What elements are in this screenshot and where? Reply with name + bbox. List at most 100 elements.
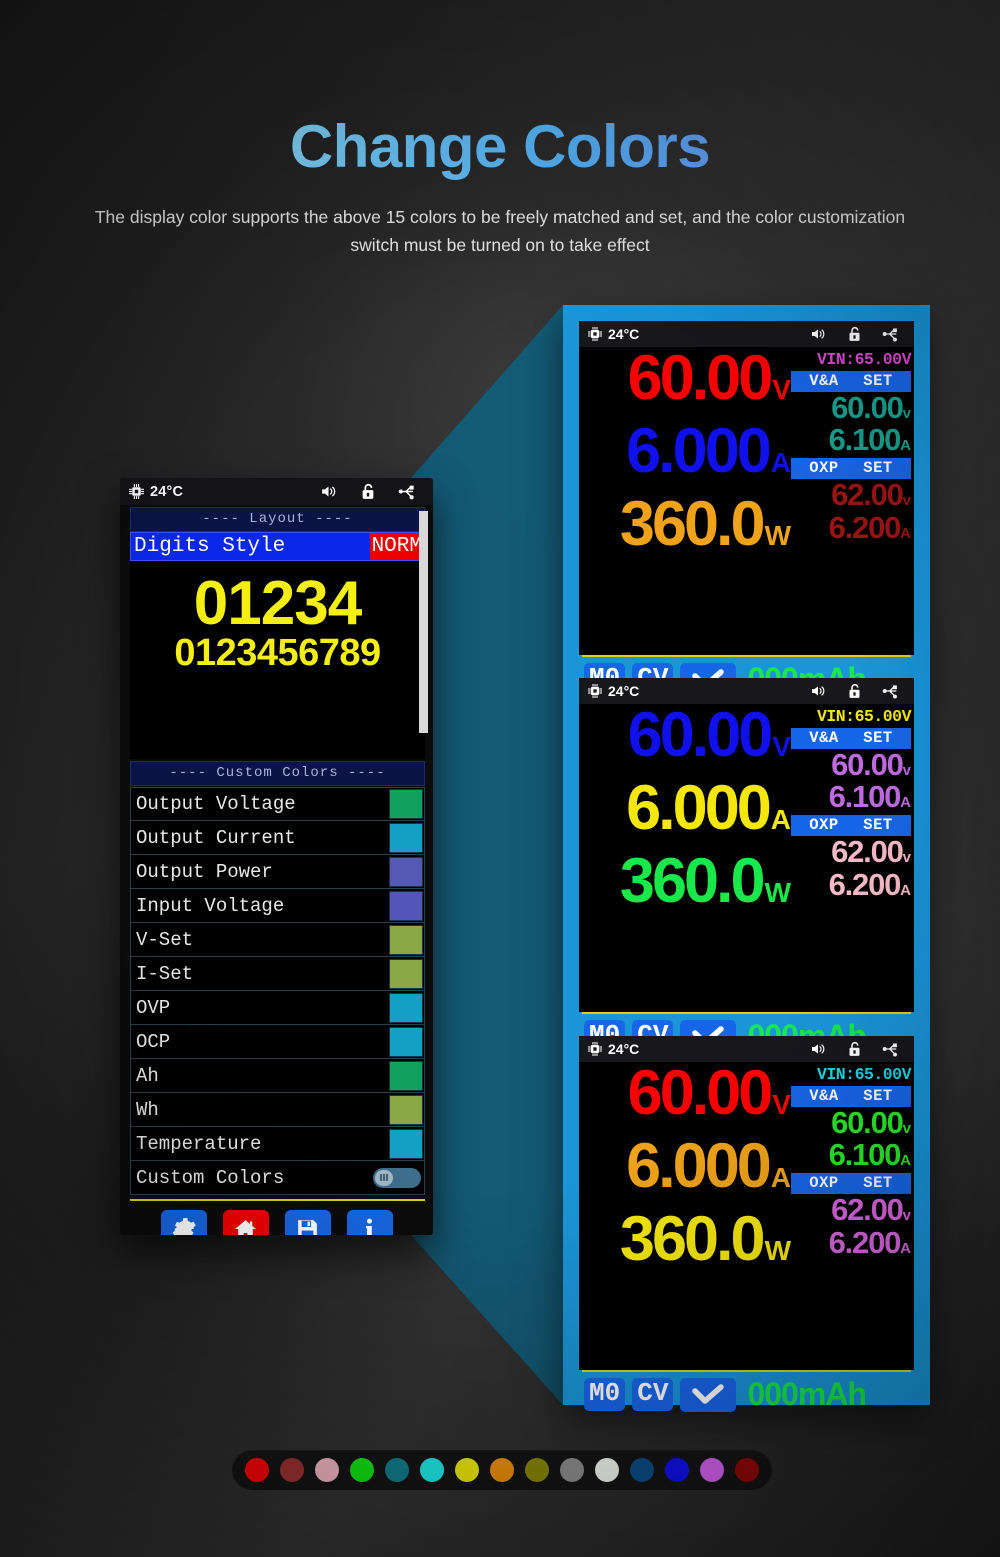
v-set-value[interactable]: 60.00 v (791, 748, 911, 781)
va-set-header[interactable]: V&A SET (791, 1086, 911, 1107)
v-set-value[interactable]: 60.00 v (791, 1106, 911, 1139)
info-button[interactable] (346, 1210, 393, 1235)
custom-color-row[interactable]: Input Voltage (130, 889, 425, 923)
palette-color-swatch[interactable] (665, 1458, 689, 1482)
menu-scrollbar[interactable] (419, 511, 428, 733)
left-toolbar (120, 1201, 433, 1235)
custom-color-swatch[interactable] (389, 1026, 423, 1057)
temperature-label: 24°C (608, 683, 640, 699)
custom-color-row[interactable]: Temperature (130, 1127, 425, 1161)
custom-color-row[interactable]: Output Power (130, 855, 425, 889)
digits-style-value[interactable]: NORM (369, 533, 424, 560)
palette-color-swatch[interactable] (420, 1458, 444, 1482)
check-icon[interactable] (680, 1377, 737, 1412)
ovp-value[interactable]: 62.00 v (791, 479, 911, 511)
palette-color-swatch[interactable] (350, 1458, 374, 1482)
chip-icon (587, 683, 603, 699)
palette-color-swatch[interactable] (280, 1458, 304, 1482)
custom-color-row[interactable]: OVP (130, 991, 425, 1025)
digits-style-row[interactable]: Digits Style NORM (130, 532, 425, 561)
ovp-value[interactable]: 62.00 v (791, 836, 911, 868)
custom-colors-toggle-row[interactable]: Custom Colors (130, 1161, 425, 1195)
custom-colors-toggle[interactable] (373, 1167, 421, 1188)
temperature-label: 24°C (608, 1041, 640, 1057)
custom-color-swatch[interactable] (389, 958, 423, 989)
speaker-icon[interactable] (809, 1041, 827, 1057)
palette-color-swatch[interactable] (700, 1458, 724, 1482)
palette-color-swatch[interactable] (245, 1458, 269, 1482)
power-reading-unit: W (764, 1235, 791, 1266)
custom-color-swatch[interactable] (389, 1128, 423, 1159)
speaker-icon[interactable] (319, 483, 338, 500)
custom-color-swatch[interactable] (389, 822, 423, 853)
palette-color-swatch[interactable] (595, 1458, 619, 1482)
i-set-value[interactable]: 6.100 A (791, 1138, 911, 1171)
oxp-set-header[interactable]: OXP SET (791, 458, 911, 480)
display-panel-2[interactable]: 24°C 60.00 V 6.000 A 360.0 W VIN:65.00V V&A SET 60… (579, 678, 914, 1054)
usb-icon[interactable] (882, 682, 902, 700)
save-button[interactable] (284, 1210, 331, 1235)
unlocked-padlock-icon[interactable] (847, 682, 862, 700)
unlocked-padlock-icon[interactable] (847, 325, 862, 343)
custom-color-row[interactable]: V-Set (130, 923, 425, 957)
display-panel-3[interactable]: 24°C 60.00 V 6.000 A 360.0 W VIN:65.00V V&A SET 60… (579, 1036, 914, 1412)
custom-color-row[interactable]: Output Current (130, 821, 425, 855)
custom-color-row[interactable]: Ah (130, 1059, 425, 1093)
custom-color-swatch[interactable] (389, 789, 423, 819)
speaker-icon[interactable] (809, 683, 827, 699)
custom-color-swatch[interactable] (389, 992, 423, 1023)
custom-color-swatch[interactable] (389, 1094, 423, 1125)
custom-color-swatch[interactable] (389, 924, 423, 955)
palette-color-swatch[interactable] (315, 1458, 339, 1482)
i-set-value[interactable]: 6.100 A (791, 780, 911, 813)
custom-color-swatch[interactable] (389, 856, 423, 887)
custom-color-swatch[interactable] (389, 1060, 423, 1091)
custom-color-row[interactable]: Output Voltage (130, 787, 425, 821)
oxp-set-header[interactable]: OXP SET (791, 815, 911, 837)
ocp-value[interactable]: 6.200 A (791, 868, 911, 901)
palette-color-swatch[interactable] (385, 1458, 409, 1482)
display-panel-1[interactable]: 24°C 60.00 V 6.000 A 360.0 W VIN:65.00V V&A SET 60… (579, 321, 914, 697)
ocp-value[interactable]: 6.200 A (791, 1226, 911, 1259)
custom-color-label: Input Voltage (136, 894, 285, 917)
voltage-reading: 60.00 V (581, 1062, 791, 1135)
palette-color-swatch[interactable] (455, 1458, 479, 1482)
unlocked-padlock-icon[interactable] (360, 482, 376, 501)
digits-preview-small: 0123456789 (174, 631, 381, 674)
palette-color-swatch[interactable] (630, 1458, 654, 1482)
va-set-header[interactable]: V&A SET (791, 371, 911, 392)
palette-color-swatch[interactable] (525, 1458, 549, 1482)
oxp-set-right-label: SET (863, 816, 893, 835)
settings-button[interactable] (160, 1210, 207, 1235)
ovp-value[interactable]: 62.00 v (791, 1194, 911, 1226)
mode-tag[interactable]: CV (632, 1378, 674, 1411)
i-set-value[interactable]: 6.100 A (791, 423, 911, 456)
oxp-set-header[interactable]: OXP SET (791, 1173, 911, 1195)
va-set-right-label: SET (863, 729, 893, 747)
usb-icon[interactable] (398, 482, 419, 501)
chip-icon (587, 326, 603, 342)
v-set-value[interactable]: 60.00 v (791, 391, 911, 424)
unlocked-padlock-icon[interactable] (847, 1040, 862, 1058)
custom-color-row[interactable]: I-Set (130, 957, 425, 991)
current-reading-value: 6.000 (626, 416, 772, 486)
speaker-icon[interactable] (809, 326, 827, 342)
left-device-screen[interactable]: 24°C ---- Layout ---- Digits Style NORM … (120, 478, 433, 1235)
custom-color-label: Ah (136, 1064, 159, 1087)
ocp-value[interactable]: 6.200 A (791, 511, 911, 544)
usb-icon[interactable] (882, 325, 902, 343)
display-main-readings: 60.00 V 6.000 A 360.0 W (579, 347, 791, 655)
custom-color-swatch[interactable] (389, 890, 423, 921)
custom-color-row[interactable]: OCP (130, 1025, 425, 1059)
usb-icon[interactable] (882, 1040, 902, 1058)
power-reading-value: 360.0 (619, 846, 766, 916)
color-palette-bar[interactable] (232, 1450, 772, 1490)
palette-color-swatch[interactable] (735, 1458, 759, 1482)
palette-color-swatch[interactable] (490, 1458, 514, 1482)
memory-slot-tag[interactable]: M0 (584, 1378, 626, 1411)
home-button[interactable] (222, 1210, 269, 1235)
palette-color-swatch[interactable] (560, 1458, 584, 1482)
custom-color-label: Output Power (136, 860, 273, 883)
va-set-header[interactable]: V&A SET (791, 728, 911, 749)
custom-color-row[interactable]: Wh (130, 1093, 425, 1127)
